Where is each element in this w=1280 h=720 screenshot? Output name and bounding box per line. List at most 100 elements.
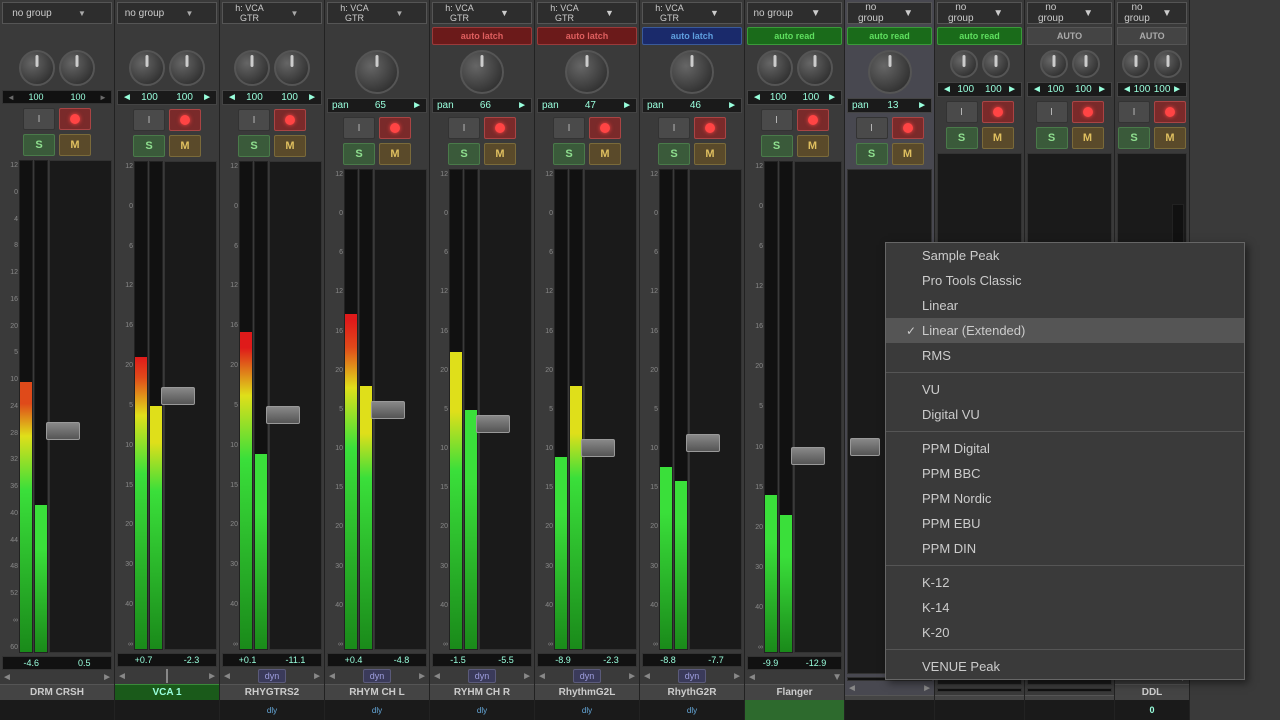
fader-track-1[interactable] [49, 160, 112, 653]
record-btn-9[interactable] [892, 117, 924, 139]
dropdown-item-ppm-nordic[interactable]: PPM Nordic [886, 486, 1244, 511]
dyn-btn-3[interactable]: dyn [258, 669, 287, 683]
channel-name-8[interactable]: Flanger [745, 684, 844, 700]
fader-track-7[interactable] [689, 169, 742, 650]
channel-name-1[interactable]: DRM CRSH [0, 684, 114, 700]
group-selector-5[interactable]: h: VCA GTR ▼ [432, 2, 532, 24]
dropdown-item-pro-tools-classic[interactable]: Pro Tools Classic [886, 268, 1244, 293]
mute-btn-1[interactable]: M [59, 134, 91, 156]
pan-display-2[interactable]: ◄ 100 100 ► [117, 90, 217, 105]
solo-btn-4[interactable]: S [343, 143, 375, 165]
pan-display-11[interactable]: ◄ 100 100 ► [1027, 82, 1112, 97]
group-selector-6[interactable]: h: VCA GTR ▼ [537, 2, 637, 24]
mute-btn-ddl[interactable]: M [1154, 127, 1186, 149]
mute-btn-3[interactable]: M [274, 135, 306, 157]
auto-bar-9[interactable]: auto read [847, 27, 932, 45]
channel-name-ddl[interactable]: DDL [1115, 684, 1189, 700]
dropdown-item-digital-vu[interactable]: Digital VU [886, 402, 1244, 427]
fader-handle-9[interactable] [850, 438, 880, 456]
record-btn-1[interactable] [59, 108, 91, 130]
send-knob-8b[interactable] [797, 50, 833, 86]
record-btn-10[interactable] [982, 101, 1014, 123]
pan-display-5[interactable]: pan 66 ► [432, 98, 532, 113]
input-btn-6[interactable]: I [553, 117, 585, 139]
record-btn-6[interactable] [589, 117, 621, 139]
scroll-down-8[interactable]: ▼ [832, 672, 842, 683]
group-selector-10[interactable]: no group ▼ [937, 2, 1022, 24]
input-btn-8[interactable]: I [761, 109, 793, 131]
scroll-left-2[interactable]: ◄ [117, 671, 127, 682]
auto-bar-7[interactable]: auto latch [642, 27, 742, 45]
send-knob-10a[interactable] [950, 50, 978, 78]
fader-handle-1[interactable] [46, 422, 80, 440]
scroll-left-4[interactable]: ◄ [327, 671, 337, 682]
solo-btn-11[interactable]: S [1036, 127, 1068, 149]
input-btn-2[interactable]: I [133, 109, 165, 131]
pan-knob-5[interactable] [460, 50, 504, 94]
dropdown-item-linear-extended[interactable]: ✓ Linear (Extended) [886, 318, 1244, 343]
solo-btn-3[interactable]: S [238, 135, 270, 157]
pan-knob-7[interactable] [670, 50, 714, 94]
pan-knob-6[interactable] [565, 50, 609, 94]
pan-display-ddl[interactable]: ◄ 100 100 ► [1117, 82, 1187, 97]
send-knob-3b[interactable] [274, 50, 310, 86]
record-btn-8[interactable] [797, 109, 829, 131]
auto-bar-11[interactable]: AUTO [1027, 27, 1112, 45]
input-btn-4[interactable]: I [343, 117, 375, 139]
dropdown-item-k20[interactable]: K-20 [886, 620, 1244, 645]
solo-btn-ddl[interactable]: S [1118, 127, 1150, 149]
dyn-btn-6[interactable]: dyn [573, 669, 602, 683]
input-btn-9[interactable]: I [856, 117, 888, 139]
pan-display-3[interactable]: ◄ 100 100 ► [222, 90, 322, 105]
pan-display-9[interactable]: pan 13 ► [847, 98, 932, 113]
scroll-right-3[interactable]: ► [312, 671, 322, 682]
dropdown-item-ppm-din[interactable]: PPM DIN [886, 536, 1244, 561]
record-btn-7[interactable] [694, 117, 726, 139]
auto-bar-10[interactable]: auto read [937, 27, 1022, 45]
fader-handle-7[interactable] [686, 434, 720, 452]
pan-display-4[interactable]: pan 65 ► [327, 98, 427, 113]
mute-btn-8[interactable]: M [797, 135, 829, 157]
dropdown-item-venue-peak[interactable]: VENUE Peak [886, 654, 1244, 679]
mute-btn-9[interactable]: M [892, 143, 924, 165]
channel-name-6[interactable]: RhythmG2L [535, 684, 639, 700]
auto-bar-ddl[interactable]: AUTO [1117, 27, 1187, 45]
pan-display-6[interactable]: pan 47 ► [537, 98, 637, 113]
group-selector-9[interactable]: no group ▼ [847, 2, 932, 24]
pan-display-7[interactable]: pan 46 ► [642, 98, 742, 113]
record-btn-11[interactable] [1072, 101, 1104, 123]
fader-handle-3[interactable] [266, 406, 300, 424]
dropdown-item-k12[interactable]: K-12 [886, 570, 1244, 595]
fader-handle-4[interactable] [371, 401, 405, 419]
fader-track-5[interactable] [479, 169, 532, 650]
channel-name-7[interactable]: RhythG2R [640, 684, 744, 700]
pan-display-1[interactable]: ◄ 100 100 ► [2, 90, 112, 104]
solo-btn-9[interactable]: S [856, 143, 888, 165]
solo-btn-1[interactable]: S [23, 134, 55, 156]
mute-btn-2[interactable]: M [169, 135, 201, 157]
send-knob-ddl-b[interactable] [1154, 50, 1182, 78]
dropdown-item-rms[interactable]: RMS [886, 343, 1244, 368]
record-btn-3[interactable] [274, 109, 306, 131]
input-btn-3[interactable]: I [238, 109, 270, 131]
input-btn-7[interactable]: I [658, 117, 690, 139]
scroll-left-3[interactable]: ◄ [222, 671, 232, 682]
scroll-left-1[interactable]: ◄ [2, 672, 12, 683]
auto-bar-8[interactable]: auto read [747, 27, 842, 45]
record-btn-5[interactable] [484, 117, 516, 139]
fader-handle-6[interactable] [581, 439, 615, 457]
mute-btn-5[interactable]: M [484, 143, 516, 165]
dropdown-item-ppm-ebu[interactable]: PPM EBU [886, 511, 1244, 536]
scroll-left-9[interactable]: ◄ [847, 683, 857, 694]
fader-handle-5[interactable] [476, 415, 510, 433]
channel-name-2[interactable]: VCA 1 [115, 684, 219, 700]
pan-knob-9[interactable] [868, 50, 912, 94]
scroll-right-6[interactable]: ► [627, 671, 637, 682]
input-btn-5[interactable]: I [448, 117, 480, 139]
fader-track-8[interactable] [794, 161, 842, 653]
dyn-btn-5[interactable]: dyn [468, 669, 497, 683]
send-knob-3a[interactable] [234, 50, 270, 86]
solo-btn-2[interactable]: S [133, 135, 165, 157]
input-btn-11[interactable]: I [1036, 101, 1068, 123]
fader-handle-2[interactable] [161, 387, 195, 405]
